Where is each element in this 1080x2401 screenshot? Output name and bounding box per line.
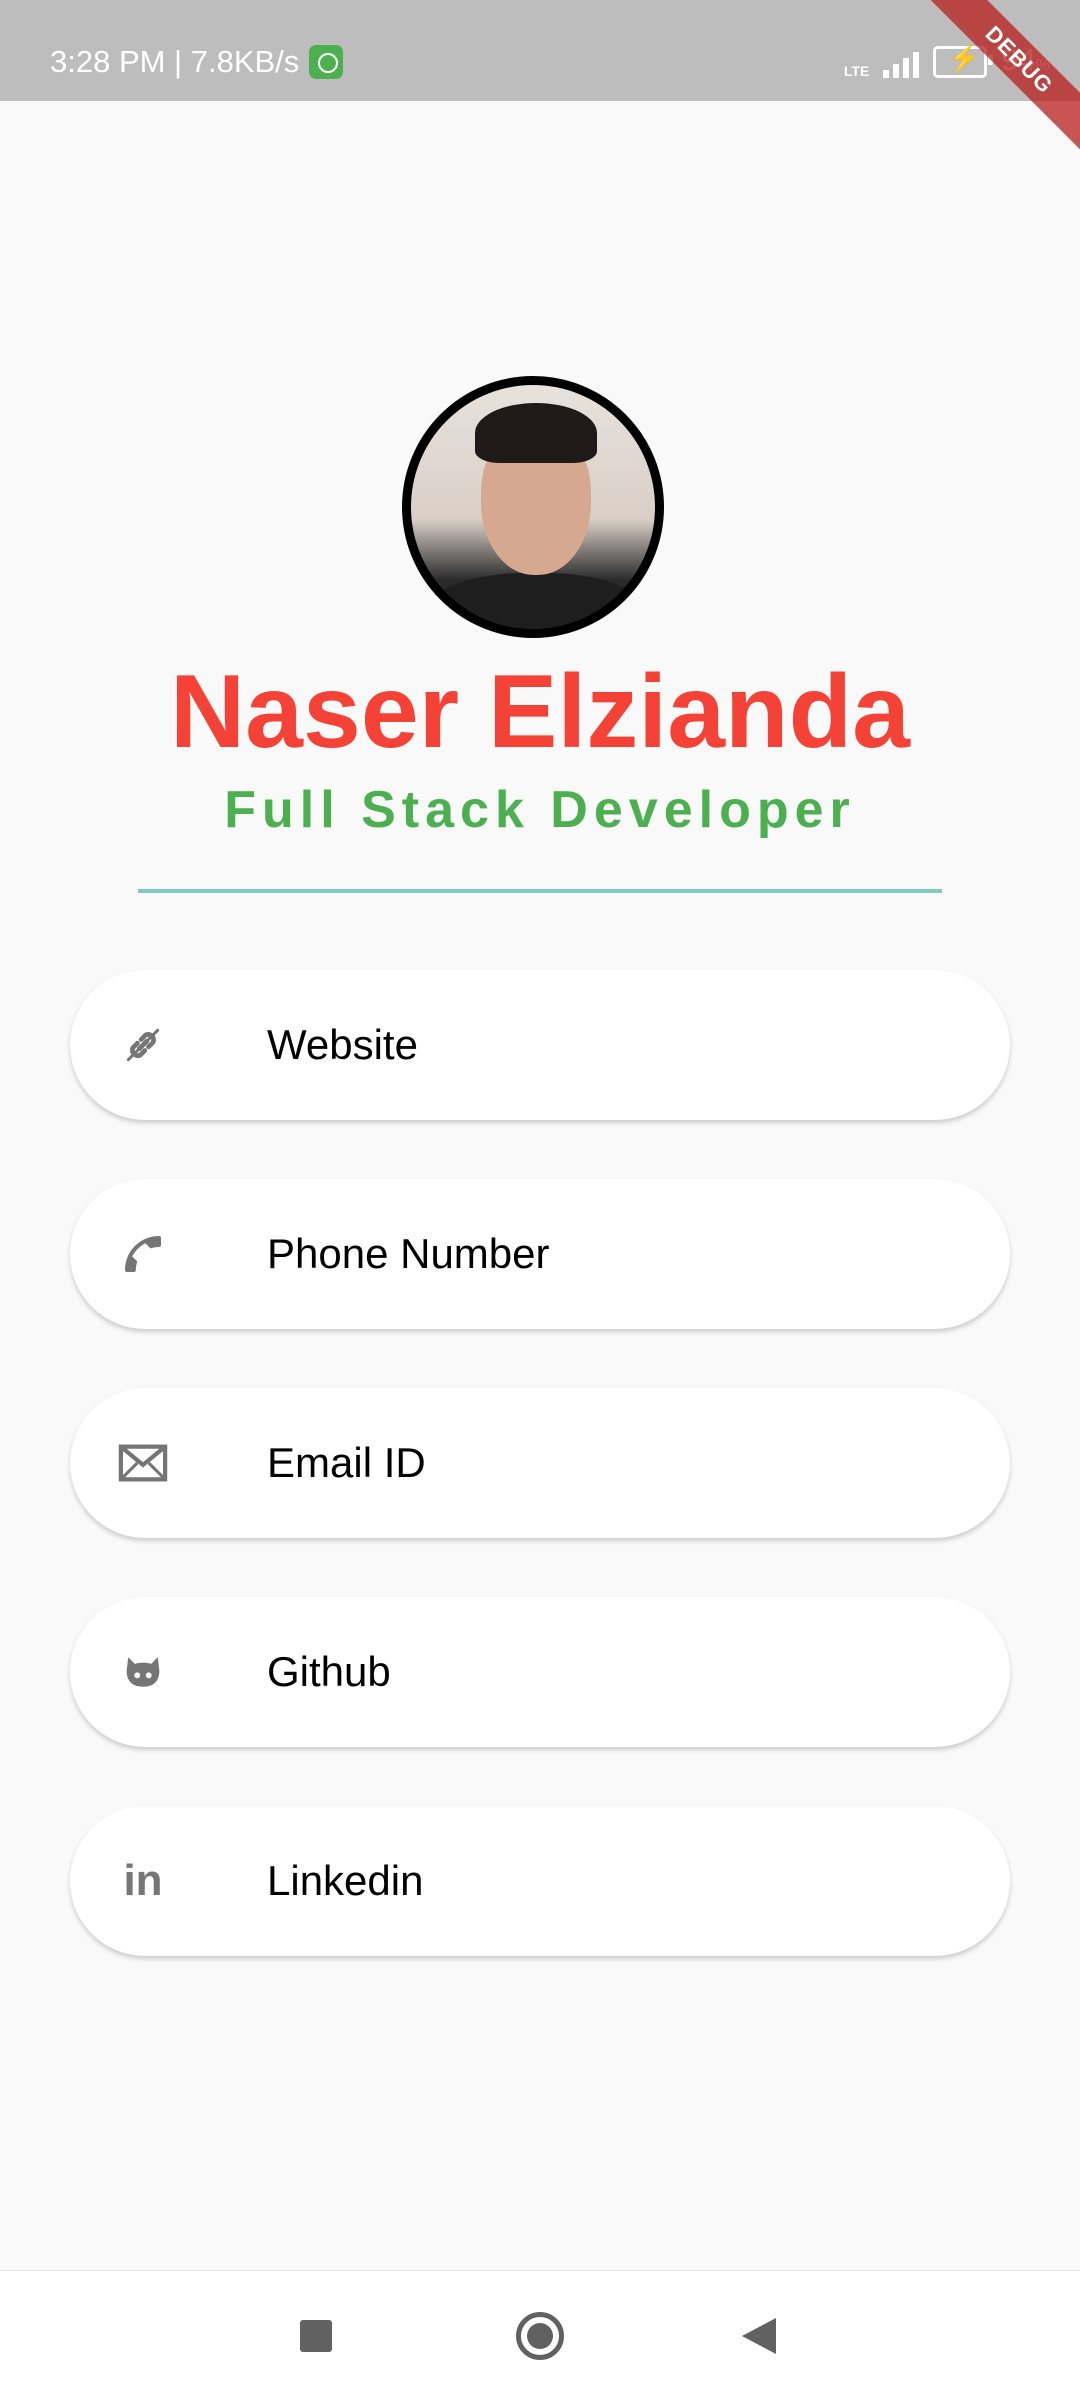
profile-name: Naser Elzianda: [170, 654, 910, 770]
status-left: 3:28 PM | 7.8KB/s: [50, 44, 344, 80]
signal-icon: [883, 48, 920, 78]
home-button[interactable]: [516, 2312, 564, 2360]
website-card[interactable]: Website: [70, 970, 1010, 1120]
phone-card[interactable]: Phone Number: [70, 1179, 1010, 1329]
github-label: Github: [267, 1648, 391, 1695]
email-card[interactable]: Email ID: [70, 1388, 1010, 1538]
github-icon: [118, 1647, 168, 1697]
email-label: Email ID: [267, 1439, 426, 1486]
avatar-shirt: [421, 573, 651, 629]
avatar: [402, 376, 664, 638]
navigation-bar: [0, 2270, 1080, 2401]
website-label: Website: [267, 1021, 418, 1068]
divider: [138, 889, 942, 893]
phone-label: Phone Number: [267, 1230, 550, 1277]
status-time-speed: 3:28 PM | 7.8KB/s: [50, 44, 300, 79]
mail-icon: [118, 1438, 168, 1488]
app-notification-icon: [309, 45, 344, 79]
link-icon: [118, 1020, 168, 1070]
status-bar: 3:28 PM | 7.8KB/s LTE ⚡ 94% DEBUG: [0, 0, 1080, 156]
github-card[interactable]: Github: [70, 1597, 1010, 1747]
recents-button[interactable]: [300, 2320, 332, 2352]
linkedin-icon: in: [123, 1856, 163, 1905]
avatar-hair: [475, 403, 597, 463]
linkedin-card[interactable]: in Linkedin: [70, 1806, 1010, 1956]
battery-icon: ⚡: [933, 45, 994, 78]
back-button[interactable]: [742, 2318, 776, 2354]
profile-title: Full Stack Developer: [224, 781, 856, 839]
phone-icon: [118, 1229, 168, 1279]
network-type: LTE: [843, 63, 870, 79]
linkedin-label: Linkedin: [267, 1857, 424, 1904]
